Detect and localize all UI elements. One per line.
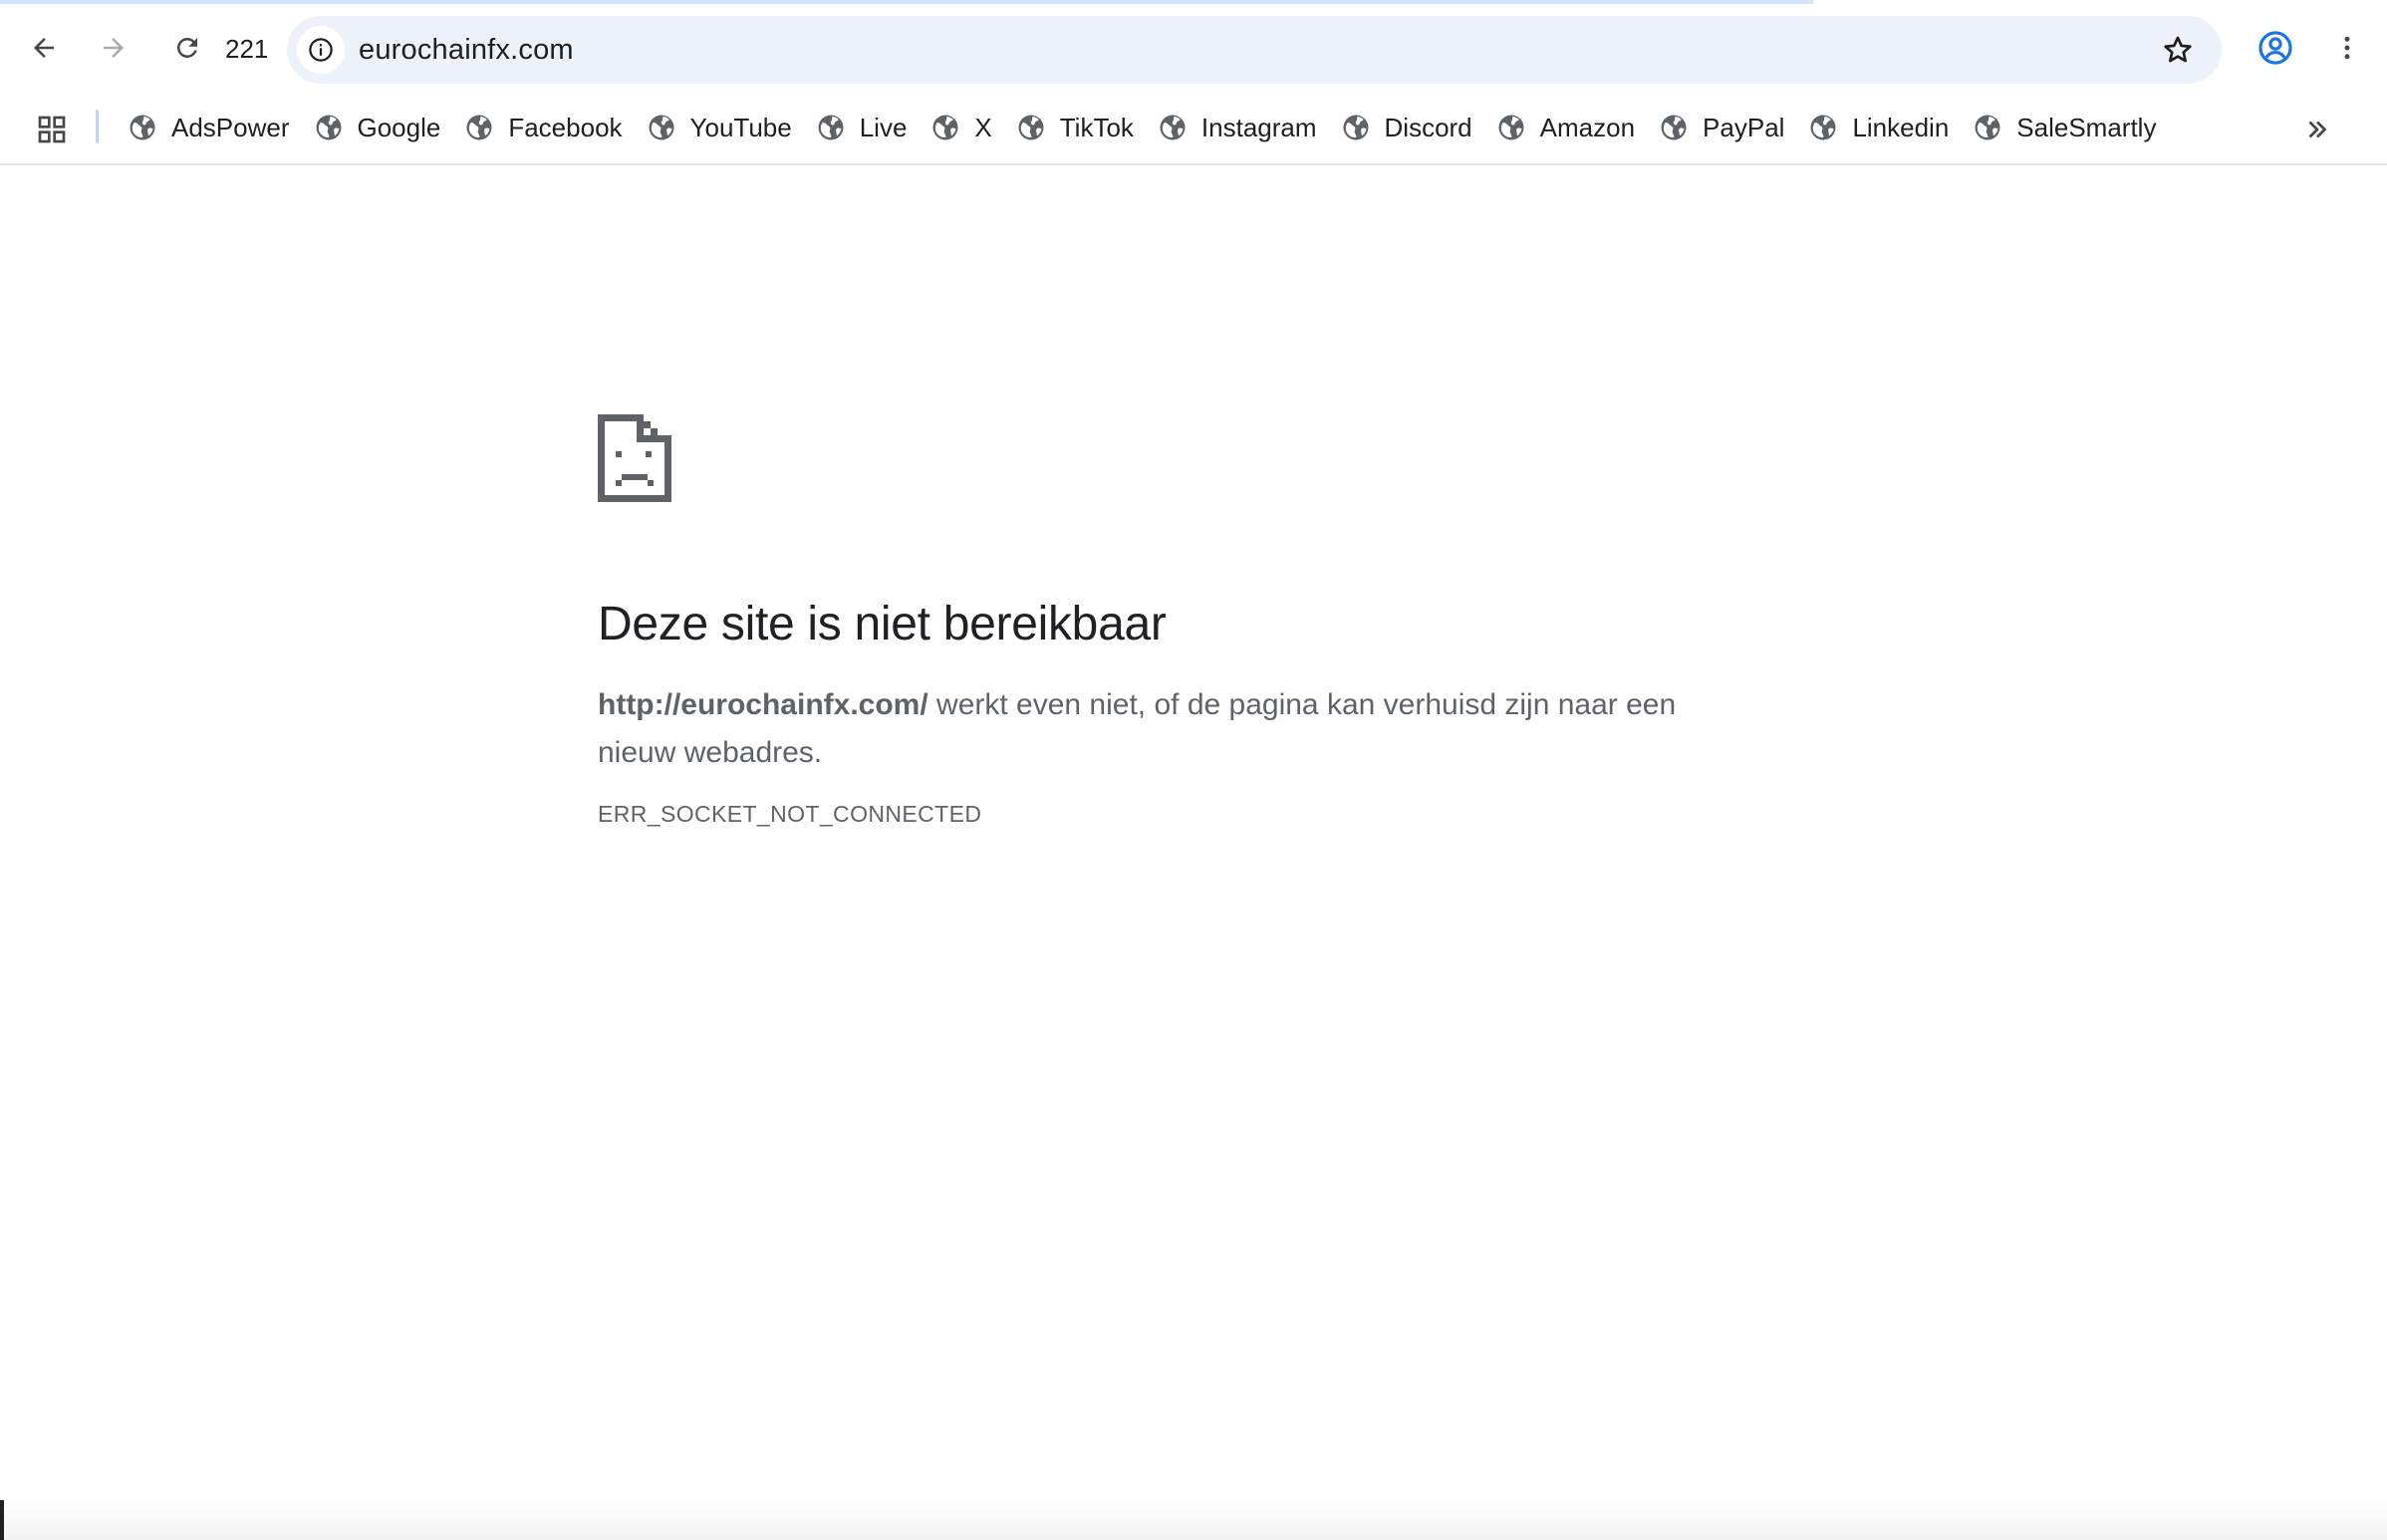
chevron-double-right-icon: [2308, 121, 2326, 138]
bookmark-item[interactable]: Facebook: [452, 104, 634, 151]
bookmark-label: Amazon: [1539, 112, 1636, 142]
star-icon: [2164, 36, 2192, 63]
more-vert-icon: [2344, 36, 2350, 60]
apps-button[interactable]: [30, 108, 74, 151]
browser-toolbar: 221 eurochainfx.com: [0, 4, 2387, 96]
bookmarks-list: AdsPower Google Facebook YouTube Live X TikTok…: [116, 104, 2168, 151]
bookmark-label: Discord: [1384, 112, 1472, 142]
bookmarks-separator: [96, 110, 99, 143]
forward-button[interactable]: [88, 22, 139, 74]
bookmark-label: Facebook: [508, 112, 623, 142]
bottom-shadow: [0, 1500, 2387, 1540]
info-icon: [309, 38, 333, 62]
bookmark-item[interactable]: Amazon: [1484, 104, 1647, 151]
globe-icon: [1498, 115, 1524, 140]
error-title: Deze site is niet bereikbaar: [598, 598, 1167, 650]
error-url: http://eurochainfx.com/: [598, 688, 928, 721]
bookmark-item[interactable]: Instagram: [1146, 104, 1329, 151]
browser-menu-button[interactable]: [2321, 22, 2373, 74]
bookmark-item[interactable]: Live: [804, 104, 920, 151]
bookmark-label: Linkedin: [1852, 112, 1950, 142]
globe-icon: [1975, 115, 2000, 140]
bookmark-label: PayPal: [1703, 112, 1785, 142]
arrow-left-icon: [34, 38, 54, 58]
bookmark-item[interactable]: AdsPower: [116, 104, 302, 151]
profile-button[interactable]: [2250, 22, 2301, 74]
bookmark-label: AdsPower: [171, 112, 290, 142]
globe-icon: [818, 115, 844, 140]
globe-icon: [130, 115, 155, 140]
more-bookmarks-button[interactable]: [2295, 108, 2339, 151]
bookmark-label: Google: [357, 112, 441, 142]
bookmark-label: SaleSmartly: [2016, 112, 2157, 142]
bookmark-star-button[interactable]: [2154, 26, 2202, 74]
globe-icon: [649, 115, 674, 140]
bookmark-item[interactable]: SaleSmartly: [1961, 104, 2168, 151]
globe-icon: [1018, 115, 1044, 140]
bookmark-label: YouTube: [689, 112, 792, 142]
error-description: http://eurochainfx.com/ werkt even niet,…: [598, 681, 1724, 777]
globe-icon: [1810, 115, 1836, 140]
reload-counter: 221: [225, 34, 269, 64]
back-button[interactable]: [18, 22, 70, 74]
bookmark-item[interactable]: Discord: [1329, 104, 1484, 151]
globe-icon: [1160, 115, 1186, 140]
error-code: ERR_SOCKET_NOT_CONNECTED: [598, 801, 982, 827]
globe-icon: [1661, 115, 1687, 140]
bookmark-label: TikTok: [1059, 112, 1134, 142]
bookmarks-bar: AdsPower Google Facebook YouTube Live X TikTok…: [0, 96, 2387, 165]
reload-button[interactable]: [161, 22, 213, 74]
globe-icon: [932, 115, 958, 140]
url-text[interactable]: eurochainfx.com: [359, 34, 574, 67]
bookmark-item[interactable]: Google: [302, 104, 453, 151]
bookmark-item[interactable]: YouTube: [635, 104, 804, 151]
globe-icon: [466, 115, 492, 140]
bookmark-item[interactable]: X: [919, 104, 1003, 151]
arrow-right-icon: [104, 38, 124, 58]
globe-icon: [1343, 115, 1369, 140]
bookmark-item[interactable]: TikTok: [1004, 104, 1146, 151]
site-info-button[interactable]: [297, 26, 345, 74]
address-bar[interactable]: eurochainfx.com: [287, 16, 2222, 84]
bookmark-item[interactable]: Linkedin: [1796, 104, 1961, 151]
error-page: Deze site is niet bereikbaar http://euro…: [598, 414, 1793, 828]
globe-icon: [316, 115, 341, 140]
sad-document-icon: [598, 414, 671, 502]
reload-icon: [176, 37, 197, 58]
account-circle-icon: [2258, 31, 2292, 65]
browser-window: 221 eurochainfx.com AdsPower Google Face…: [0, 0, 2387, 1540]
bookmark-label: Instagram: [1200, 112, 1317, 142]
bookmark-item[interactable]: PayPal: [1647, 104, 1796, 151]
bookmark-label: Live: [859, 112, 908, 142]
apps-grid-icon: [38, 116, 66, 143]
window-edge: [0, 1500, 4, 1540]
bookmark-label: X: [974, 112, 992, 142]
